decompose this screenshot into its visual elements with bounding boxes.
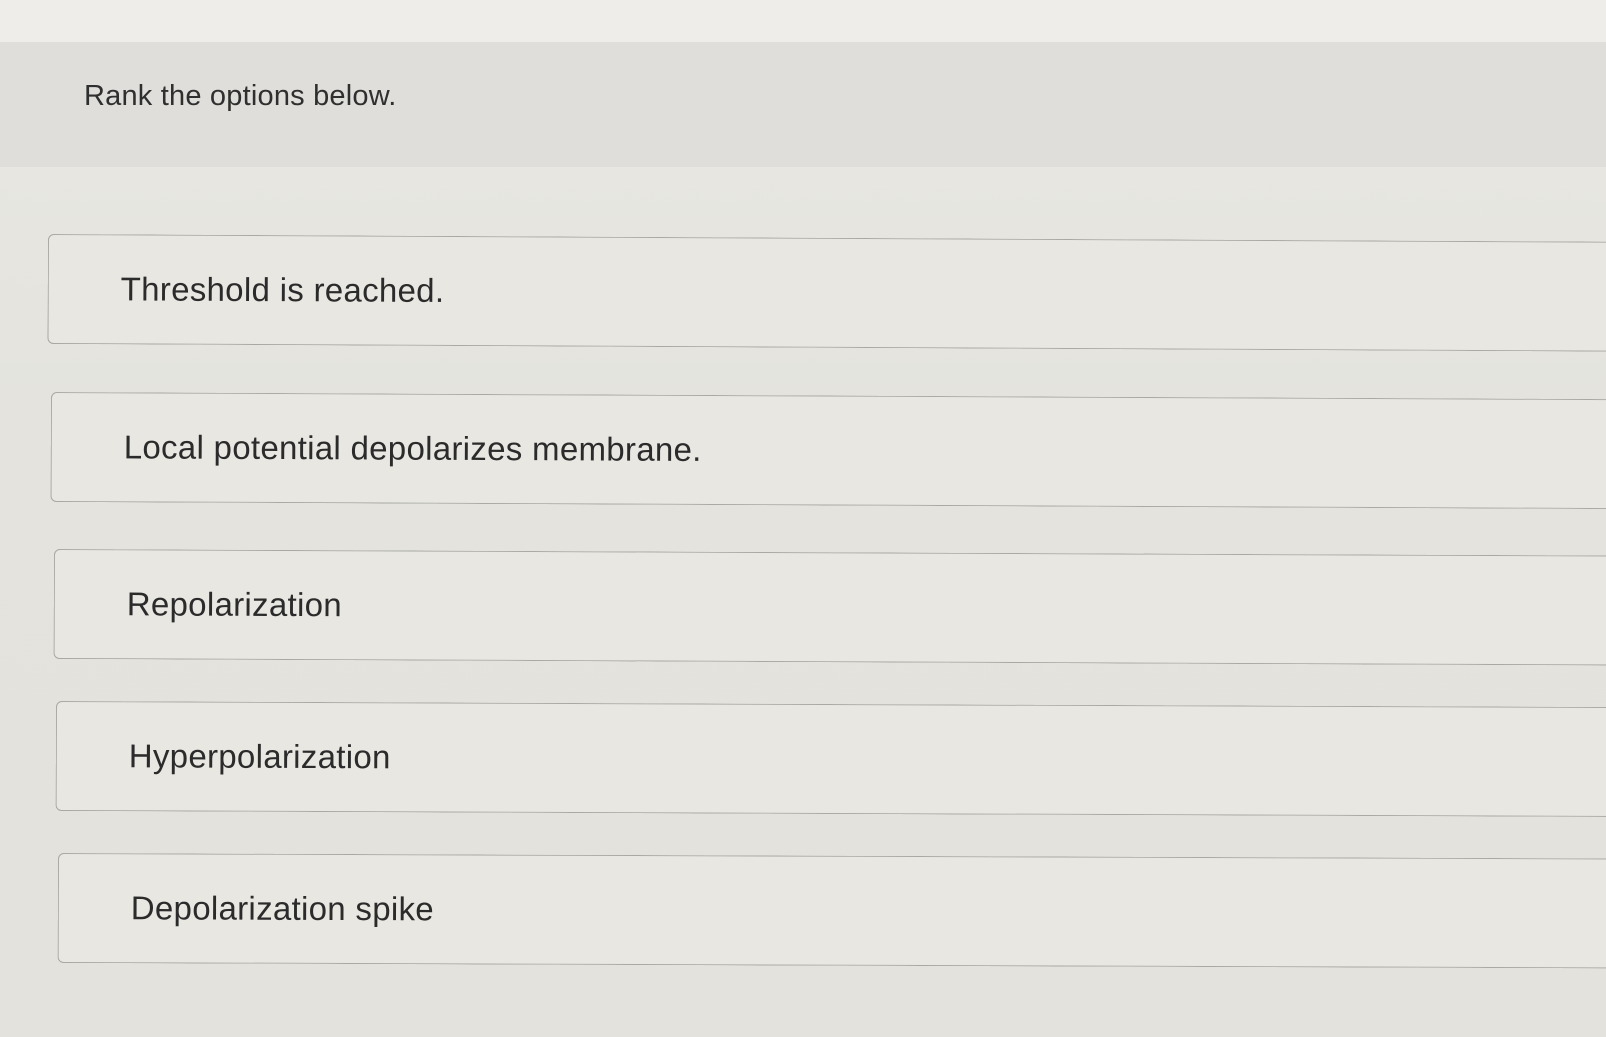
rank-option-5[interactable]: Depolarization spike [57, 853, 1606, 969]
rank-option-label: Hyperpolarization [128, 737, 391, 776]
rank-options-list: Threshold is reached. Local potential de… [0, 0, 1606, 1037]
rank-option-3[interactable]: Repolarization [53, 549, 1606, 666]
rank-option-1[interactable]: Threshold is reached. [47, 234, 1606, 352]
rank-option-label: Threshold is reached. [120, 270, 445, 309]
rank-option-4[interactable]: Hyperpolarization [55, 701, 1606, 817]
rank-option-2[interactable]: Local potential depolarizes membrane. [50, 392, 1606, 510]
rank-option-label: Repolarization [126, 585, 343, 624]
rank-option-label: Depolarization spike [130, 889, 435, 928]
rank-option-label: Local potential depolarizes membrane. [123, 428, 702, 468]
